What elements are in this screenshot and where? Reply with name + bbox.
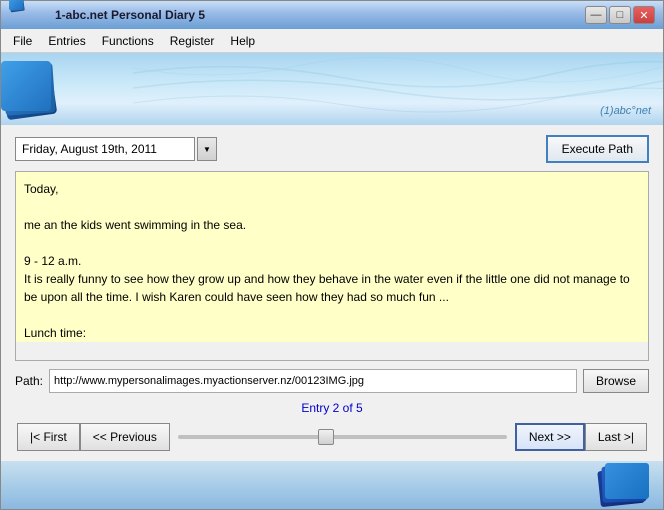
path-label: Path: bbox=[15, 374, 43, 388]
footer-banner bbox=[1, 461, 663, 509]
entry-info-text: Entry 2 of 5 bbox=[301, 401, 362, 415]
menu-functions[interactable]: Functions bbox=[94, 32, 162, 50]
header-banner: (1)abc°net bbox=[1, 53, 663, 125]
date-dropdown-button[interactable]: ▼ bbox=[197, 137, 217, 161]
titlebar-left: 1-abc.net Personal Diary 5 bbox=[9, 7, 205, 23]
date-row: ▼ Execute Path bbox=[15, 135, 649, 163]
diary-text-wrapper bbox=[15, 171, 649, 361]
menu-file[interactable]: File bbox=[5, 32, 40, 50]
nav-row: |< First << Previous Next >> Last >| bbox=[15, 423, 649, 451]
previous-button[interactable]: << Previous bbox=[80, 423, 170, 451]
minimize-button[interactable]: — bbox=[585, 6, 607, 24]
main-window: 1-abc.net Personal Diary 5 — □ ✕ File En… bbox=[0, 0, 664, 510]
path-row: Path: Browse bbox=[15, 369, 649, 393]
menu-entries[interactable]: Entries bbox=[40, 32, 93, 50]
header-waves bbox=[133, 53, 663, 125]
window-title: 1-abc.net Personal Diary 5 bbox=[55, 8, 205, 22]
date-input[interactable] bbox=[15, 137, 195, 161]
close-button[interactable]: ✕ bbox=[633, 6, 655, 24]
date-field: ▼ bbox=[15, 137, 217, 161]
restore-button[interactable]: □ bbox=[609, 6, 631, 24]
path-input[interactable] bbox=[49, 369, 577, 393]
entry-info: Entry 2 of 5 bbox=[15, 401, 649, 415]
titlebar-controls: — □ ✕ bbox=[585, 6, 655, 24]
titlebar-icon bbox=[9, 7, 13, 11]
last-button[interactable]: Last >| bbox=[585, 423, 647, 451]
next-button[interactable]: Next >> bbox=[515, 423, 585, 451]
titlebar: 1-abc.net Personal Diary 5 — □ ✕ bbox=[1, 1, 663, 29]
main-content: ▼ Execute Path Path: Browse Entry 2 of 5… bbox=[1, 125, 663, 461]
first-button[interactable]: |< First bbox=[17, 423, 80, 451]
execute-path-button[interactable]: Execute Path bbox=[546, 135, 649, 163]
menu-help[interactable]: Help bbox=[222, 32, 263, 50]
footer-logo bbox=[593, 465, 649, 505]
browse-button[interactable]: Browse bbox=[583, 369, 649, 393]
nav-slider-thumb[interactable] bbox=[318, 429, 334, 445]
header-logo bbox=[1, 61, 57, 117]
menubar: File Entries Functions Register Help bbox=[1, 29, 663, 53]
nav-slider-track[interactable] bbox=[178, 435, 507, 439]
header-brand: (1)abc°net bbox=[600, 105, 651, 117]
menu-register[interactable]: Register bbox=[162, 32, 223, 50]
diary-textarea[interactable] bbox=[16, 172, 648, 342]
